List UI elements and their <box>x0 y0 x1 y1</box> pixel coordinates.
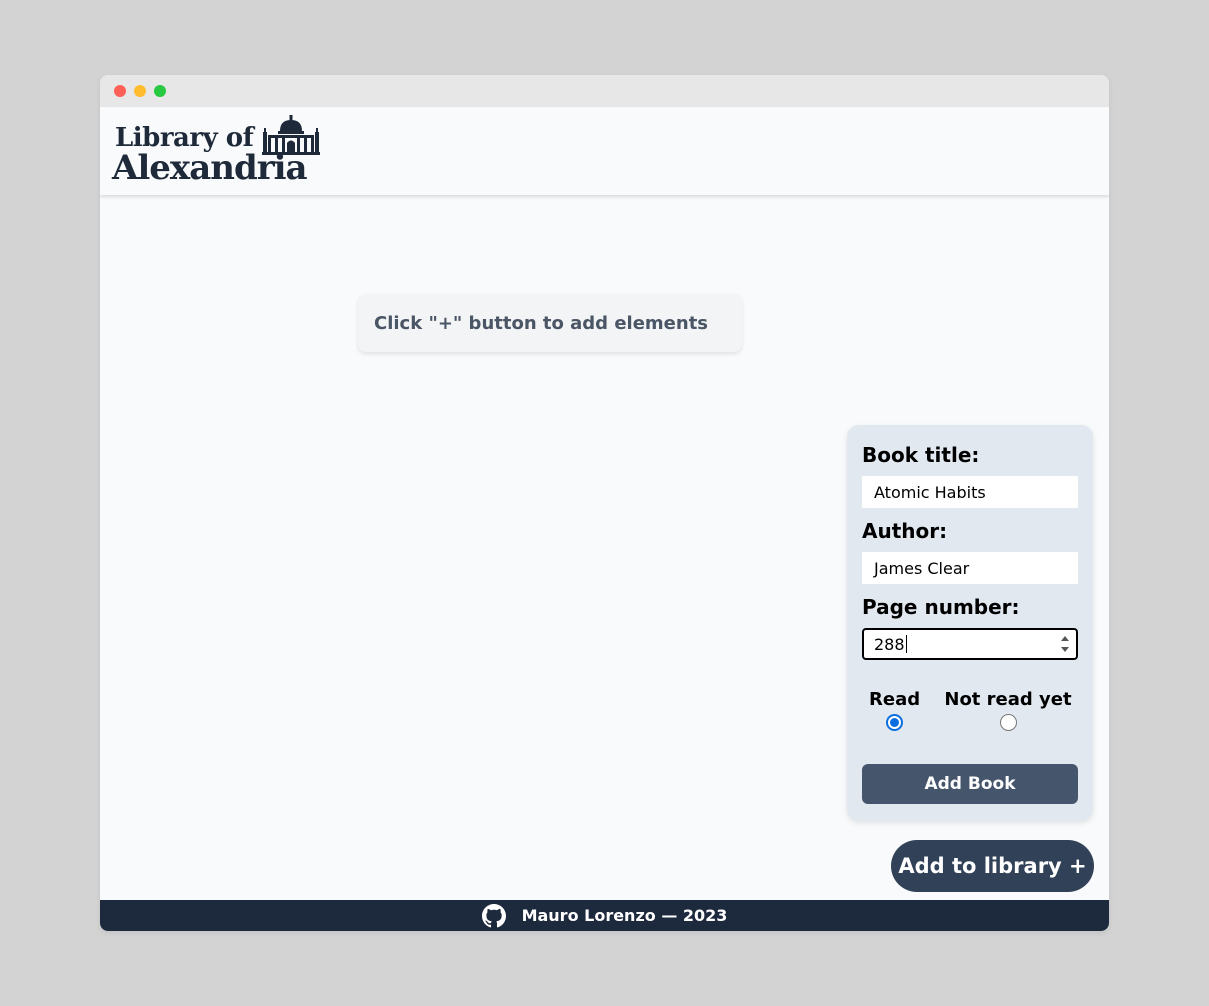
author-input[interactable]: James Clear <box>862 552 1078 584</box>
add-to-library-button[interactable]: Add to library + <box>891 840 1094 892</box>
page-number-label: Page number: <box>862 595 1020 619</box>
book-title-value: Atomic Habits <box>874 482 986 502</box>
page-header: Library of Alexandria <box>100 107 1109 195</box>
add-book-form: Book title: Atomic Habits Author: James … <box>847 425 1093 821</box>
page-footer: Mauro Lorenzo — 2023 <box>100 900 1109 931</box>
read-option[interactable]: Read <box>869 689 921 731</box>
read-radio-label: Read <box>869 689 921 710</box>
close-window-dot[interactable] <box>114 85 126 97</box>
empty-library-message: Click "+" button to add elements <box>358 294 742 352</box>
library-logo[interactable]: Library of Alexandria <box>112 113 328 187</box>
browser-window: Library of Alexandria Click "+" button t… <box>100 75 1109 931</box>
minimize-window-dot[interactable] <box>134 85 146 97</box>
page-number-value: 288 <box>874 634 905 654</box>
spinner-up-icon[interactable] <box>1061 636 1069 641</box>
library-building-icon <box>262 115 320 155</box>
page-number-input[interactable]: 288 <box>862 628 1078 660</box>
author-label: Author: <box>862 519 948 543</box>
github-icon[interactable] <box>481 903 506 928</box>
number-spinner[interactable] <box>1060 634 1070 654</box>
spinner-down-icon[interactable] <box>1061 647 1069 652</box>
not-read-option[interactable]: Not read yet <box>944 689 1072 731</box>
book-title-label: Book title: <box>862 443 980 467</box>
author-value: James Clear <box>874 558 970 578</box>
read-radio[interactable] <box>885 714 903 731</box>
add-book-button[interactable]: Add Book <box>862 764 1078 804</box>
not-read-radio[interactable] <box>999 714 1017 731</box>
window-titlebar <box>100 75 1109 107</box>
text-caret <box>905 635 907 653</box>
book-title-input[interactable]: Atomic Habits <box>862 476 1078 508</box>
maximize-window-dot[interactable] <box>154 85 166 97</box>
not-read-radio-label: Not read yet <box>944 689 1072 710</box>
footer-credit: Mauro Lorenzo — 2023 <box>521 906 728 925</box>
